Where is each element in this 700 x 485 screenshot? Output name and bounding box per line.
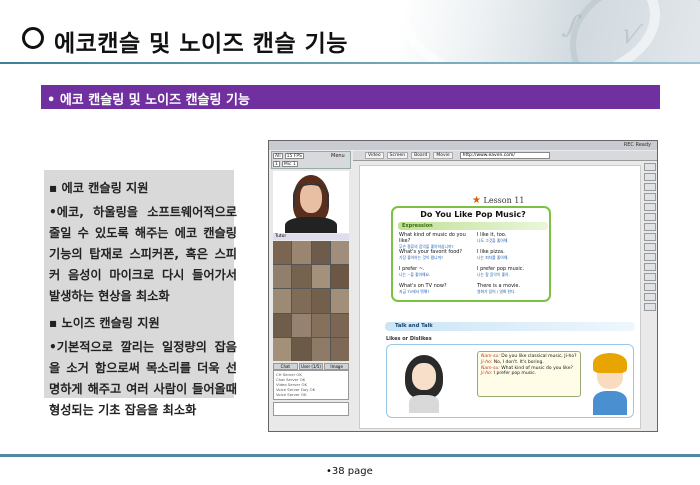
- settings-tool-icon[interactable]: [644, 303, 656, 311]
- rect-tool-icon[interactable]: [644, 193, 656, 201]
- slide-header: ∫ √ 에코캔슬 및 노이즈 캔슬 기능: [0, 0, 700, 64]
- tab-image[interactable]: Image: [324, 363, 350, 370]
- expression-row: What's your favorit food? 가장 좋아하는 것이 뭡니까?…: [399, 249, 509, 260]
- pen-tool-icon[interactable]: [644, 163, 656, 171]
- save-tool-icon[interactable]: [644, 253, 656, 261]
- video-button[interactable]: Video: [365, 152, 384, 159]
- tab-chat[interactable]: Chat: [273, 363, 298, 370]
- rec-status: REC Ready: [623, 142, 651, 148]
- drawing-tools: [644, 163, 656, 313]
- feature-body-noise: •기본적으로 깔리는 일정량의 잡음을 소거 함으로써 목소리를 더욱 선명하게…: [49, 340, 237, 417]
- page-tool-icon[interactable]: [644, 283, 656, 291]
- channel-select[interactable]: 1: [273, 161, 280, 167]
- url-field[interactable]: http://www.eaven.com/: [459, 152, 550, 159]
- movie-button[interactable]: Movie: [433, 152, 453, 159]
- chat-log: CH Server OK Chat Server OK Video Server…: [273, 370, 349, 400]
- tutor-webcam: [273, 171, 349, 233]
- headset-icon: [293, 183, 329, 207]
- girl-character-icon: [401, 355, 447, 413]
- dialog-panel: Nam-su: Do you like classical music, Ji-…: [386, 344, 634, 418]
- pointer-tool-icon[interactable]: [644, 273, 656, 281]
- boy-character-icon: [587, 353, 633, 415]
- lesson-content: ★ Lesson 11 Do You Like Pop Music? Expre…: [359, 165, 641, 429]
- expression-row: I prefer ~. 나는 ~을 좋아해요. I prefer pop musi…: [399, 266, 525, 277]
- content-toolbar: Video Screen Board Movie http://www.eave…: [353, 151, 657, 161]
- expression-tag: Expression: [398, 222, 548, 230]
- feature-heading-noise: ▪ 노이즈 캔슬링 지원: [49, 316, 160, 330]
- mic-select[interactable]: Mic 1: [281, 161, 298, 167]
- lesson-title: Do You Like Pop Music?: [420, 210, 526, 219]
- undo-tool-icon[interactable]: [644, 233, 656, 241]
- header-decoration: ∫ √: [400, 0, 700, 64]
- tutor-label: Tutor: [273, 234, 349, 240]
- slide-title: 에코캔슬 및 노이즈 캔슬 기능: [54, 31, 348, 57]
- lesson-badge: ★ Lesson 11: [472, 195, 525, 206]
- print-tool-icon[interactable]: [644, 293, 656, 301]
- tab-users[interactable]: User (1/5): [298, 363, 324, 370]
- view-select[interactable]: All: [273, 153, 283, 159]
- header-divider: [0, 62, 700, 64]
- expression-panel: Do You Like Pop Music? Expression What k…: [391, 206, 551, 302]
- app-title-bar: REC Ready: [269, 141, 657, 150]
- feature-heading-echo: ▪ 에코 캔슬링 지원: [49, 181, 149, 195]
- board-button[interactable]: Board: [411, 152, 431, 159]
- circle-tool-icon[interactable]: [644, 203, 656, 211]
- expression-row: What's on TV now? 지금 TV에서 뭐해? There is a …: [399, 283, 521, 294]
- clear-tool-icon[interactable]: [644, 243, 656, 251]
- student-video-grid: [273, 241, 349, 361]
- eraser-tool-icon[interactable]: [644, 213, 656, 221]
- screen-button[interactable]: Screen: [386, 152, 409, 159]
- page-number: •38 page: [326, 466, 373, 477]
- talk-tag: Talk and Talk: [385, 322, 635, 331]
- footer-divider: [0, 454, 700, 457]
- likes-label: Likes or Dislikes: [386, 336, 432, 342]
- star-icon: ★: [472, 195, 481, 206]
- chat-line: Voice Server OK: [276, 392, 307, 397]
- expression-rows: What kind of music do you like? 무슨 종류의 음악…: [399, 232, 549, 300]
- feature-body-echo: •에코, 하울링을 소프트웨어적으로 줄일 수 있도록 해주는 에코 캔슬링 기…: [49, 205, 237, 303]
- zoom-tool-icon[interactable]: [644, 263, 656, 271]
- title-bullet-circle-icon: [22, 27, 44, 49]
- app-screenshot: REC Ready All 15 FPS 1 Mic 1 Menu Tutor …: [268, 140, 658, 432]
- chat-tab-bar: Chat User (1/5) Image: [273, 363, 350, 370]
- color-tool-icon[interactable]: [644, 223, 656, 231]
- line-tool-icon[interactable]: [644, 183, 656, 191]
- fps-select[interactable]: 15 FPS: [284, 153, 304, 159]
- dialog-box: Nam-su: Do you like classical music, Ji-…: [477, 351, 581, 397]
- chat-input[interactable]: [273, 402, 349, 416]
- text-tool-icon[interactable]: [644, 173, 656, 181]
- expression-row: What kind of music do you like? 무슨 종류의 음악…: [399, 232, 509, 249]
- section-heading-bar: • 에코 캔슬링 및 노이즈 캔슬링 기능: [41, 85, 660, 109]
- feature-list: ▪ 에코 캔슬링 지원 •에코, 하울링을 소프트웨어적으로 줄일 수 있도록 …: [49, 178, 237, 427]
- menu-button[interactable]: Menu: [331, 153, 345, 159]
